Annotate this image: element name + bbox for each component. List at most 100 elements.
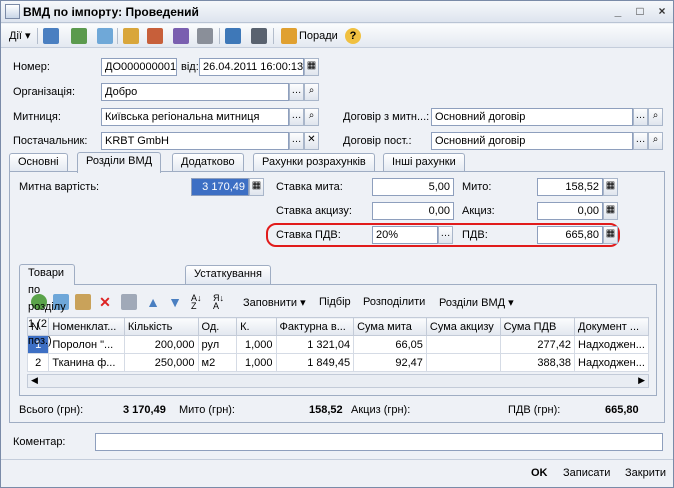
duty-rate-field[interactable]: 5,00 xyxy=(372,178,454,196)
table-cell[interactable]: 1,000 xyxy=(236,353,277,372)
calculator-icon[interactable]: ▦ xyxy=(603,226,618,244)
table-cell[interactable]: Надходжен... xyxy=(574,353,649,372)
table-cell[interactable]: 92,47 xyxy=(353,353,427,372)
sort-desc-icon[interactable]: Я↓ А xyxy=(213,294,229,311)
sections-menu[interactable]: Розділи ВМД ▾ xyxy=(439,296,514,309)
dt-kt-icon[interactable] xyxy=(173,28,189,44)
table-cell[interactable] xyxy=(425,335,501,354)
select-button[interactable]: … xyxy=(289,108,304,126)
close-icon[interactable]: × xyxy=(653,4,671,20)
fill-menu[interactable]: Заповнити ▾ xyxy=(243,296,306,309)
customs-contract-field[interactable]: Основний договір xyxy=(431,108,633,126)
column-header[interactable]: К. xyxy=(236,317,277,336)
column-header[interactable]: Кількість xyxy=(123,317,199,336)
table-row[interactable]: 1 Поролон "... 200,000 рул 1,000 1 321,0… xyxy=(26,335,649,354)
search-icon[interactable]: ⌕ xyxy=(304,108,319,126)
structure-icon[interactable] xyxy=(225,28,241,44)
copy-icon[interactable] xyxy=(71,28,87,44)
delete-row-icon[interactable]: ✕ xyxy=(97,294,113,310)
table-row[interactable]: 2 Тканина ф... 250,000 м2 1,000 1 849,45… xyxy=(26,353,649,372)
scroll-right-icon[interactable]: ▶ xyxy=(638,375,645,386)
save-button[interactable]: Записати xyxy=(563,467,610,479)
report-icon[interactable] xyxy=(197,28,213,44)
column-header[interactable]: Од. xyxy=(197,317,238,336)
edit-row-icon[interactable] xyxy=(75,294,91,310)
end-edit-icon[interactable] xyxy=(121,294,137,310)
table-cell[interactable]: 2 xyxy=(26,353,50,372)
actions-menu[interactable]: Дії ▾ xyxy=(9,27,31,45)
maximize-icon[interactable]: □ xyxy=(631,4,649,20)
select-button[interactable]: … xyxy=(289,83,304,101)
distribute-button[interactable]: Розподілити xyxy=(363,296,425,308)
table-cell[interactable]: Тканина ф... xyxy=(48,353,125,372)
vat-rate-field[interactable]: 20% xyxy=(372,226,438,244)
select-button[interactable]: … xyxy=(633,108,648,126)
select-button[interactable]: … xyxy=(438,226,453,244)
tab-other-accounts[interactable]: Інші рахунки xyxy=(383,153,465,172)
table-cell[interactable]: 277,42 xyxy=(499,335,576,354)
table-cell[interactable]: 200,000 xyxy=(123,335,199,354)
search-icon[interactable]: ⌕ xyxy=(648,132,663,150)
minimize-icon[interactable]: _ xyxy=(609,4,627,20)
search-icon[interactable]: ⌕ xyxy=(304,83,319,101)
table-cell[interactable]: 66,05 xyxy=(353,335,427,354)
column-header[interactable]: Сума ПДВ xyxy=(499,317,576,336)
clear-icon[interactable]: ✕ xyxy=(304,132,319,150)
column-header[interactable]: Документ ... xyxy=(574,317,649,336)
table-cell[interactable]: м2 xyxy=(197,353,238,372)
excise-rate-field[interactable]: 0,00 xyxy=(372,202,454,220)
sort-asc-icon[interactable]: A↓ Z xyxy=(191,294,207,311)
vat-field[interactable]: 665,80 xyxy=(537,226,603,244)
comment-field[interactable] xyxy=(95,433,663,451)
table-cell[interactable]: 1 849,45 xyxy=(275,353,355,372)
table-cell[interactable]: 1,000 xyxy=(236,335,277,354)
tab-equipment[interactable]: Устаткування по розділу 1 (0 поз.) xyxy=(185,265,271,314)
table-cell[interactable]: Поролон "... xyxy=(48,335,125,354)
number-field[interactable]: ДО000000001 xyxy=(101,58,177,76)
excise-field[interactable]: 0,00 xyxy=(537,202,603,220)
column-header[interactable]: Фактурна в... xyxy=(275,317,355,336)
select-button[interactable]: … xyxy=(289,132,304,150)
customs-value-field[interactable]: 3 170,49 xyxy=(191,178,249,196)
table-cell[interactable]: рул xyxy=(197,335,238,354)
tab-additional[interactable]: Додатково xyxy=(172,153,244,172)
table-cell[interactable]: 388,38 xyxy=(499,353,576,372)
customs-field[interactable]: Київська регіональна митниця xyxy=(101,108,289,126)
horizontal-scrollbar[interactable]: ◀ ▶ xyxy=(27,374,649,388)
calendar-icon[interactable]: ▦ xyxy=(304,58,319,76)
add-icon[interactable] xyxy=(43,28,59,44)
table-cell[interactable]: Надходжен... xyxy=(574,335,649,354)
close-button[interactable]: Закрити xyxy=(625,467,666,479)
post-icon[interactable] xyxy=(123,28,139,44)
move-up-icon[interactable]: ▲ xyxy=(145,294,161,310)
table-cell[interactable] xyxy=(425,353,501,372)
scroll-left-icon[interactable]: ◀ xyxy=(31,375,38,386)
table-cell[interactable]: 1 321,04 xyxy=(275,335,355,354)
calculator-icon[interactable]: ▦ xyxy=(603,178,618,196)
tab-main[interactable]: Основні xyxy=(9,153,68,172)
tab-accounts[interactable]: Рахунки розрахунків xyxy=(253,153,375,172)
refresh-icon[interactable] xyxy=(97,28,113,44)
move-down-icon[interactable]: ▼ xyxy=(167,294,183,310)
search-icon[interactable]: ⌕ xyxy=(648,108,663,126)
date-field[interactable]: 26.04.2011 16:00:13 xyxy=(199,58,304,76)
column-header[interactable]: Сума мита xyxy=(353,317,427,336)
table-cell[interactable]: 250,000 xyxy=(123,353,199,372)
duty-field[interactable]: 158,52 xyxy=(537,178,603,196)
help-icon[interactable]: ? xyxy=(345,28,361,44)
tab-sections[interactable]: Розділи ВМД xyxy=(77,152,162,173)
list-icon[interactable] xyxy=(251,28,267,44)
supplier-contract-field[interactable]: Основний договір xyxy=(431,132,633,150)
tips-button[interactable]: Поради xyxy=(299,27,338,45)
calculator-icon[interactable]: ▦ xyxy=(603,202,618,220)
supplier-field[interactable]: KRBT GmbH xyxy=(101,132,289,150)
org-field[interactable]: Добро xyxy=(101,83,289,101)
unpost-icon[interactable] xyxy=(147,28,163,44)
calculator-icon[interactable]: ▦ xyxy=(249,178,264,196)
tab-goods[interactable]: Товари по розділу 1 (2 поз.) xyxy=(19,264,75,347)
column-header[interactable]: Номенклат... xyxy=(48,317,125,336)
column-header[interactable]: Сума акцизу xyxy=(425,317,501,336)
select-button[interactable]: Підбір xyxy=(319,296,351,308)
ok-button[interactable]: OK xyxy=(531,467,548,479)
select-button[interactable]: … xyxy=(633,132,648,150)
